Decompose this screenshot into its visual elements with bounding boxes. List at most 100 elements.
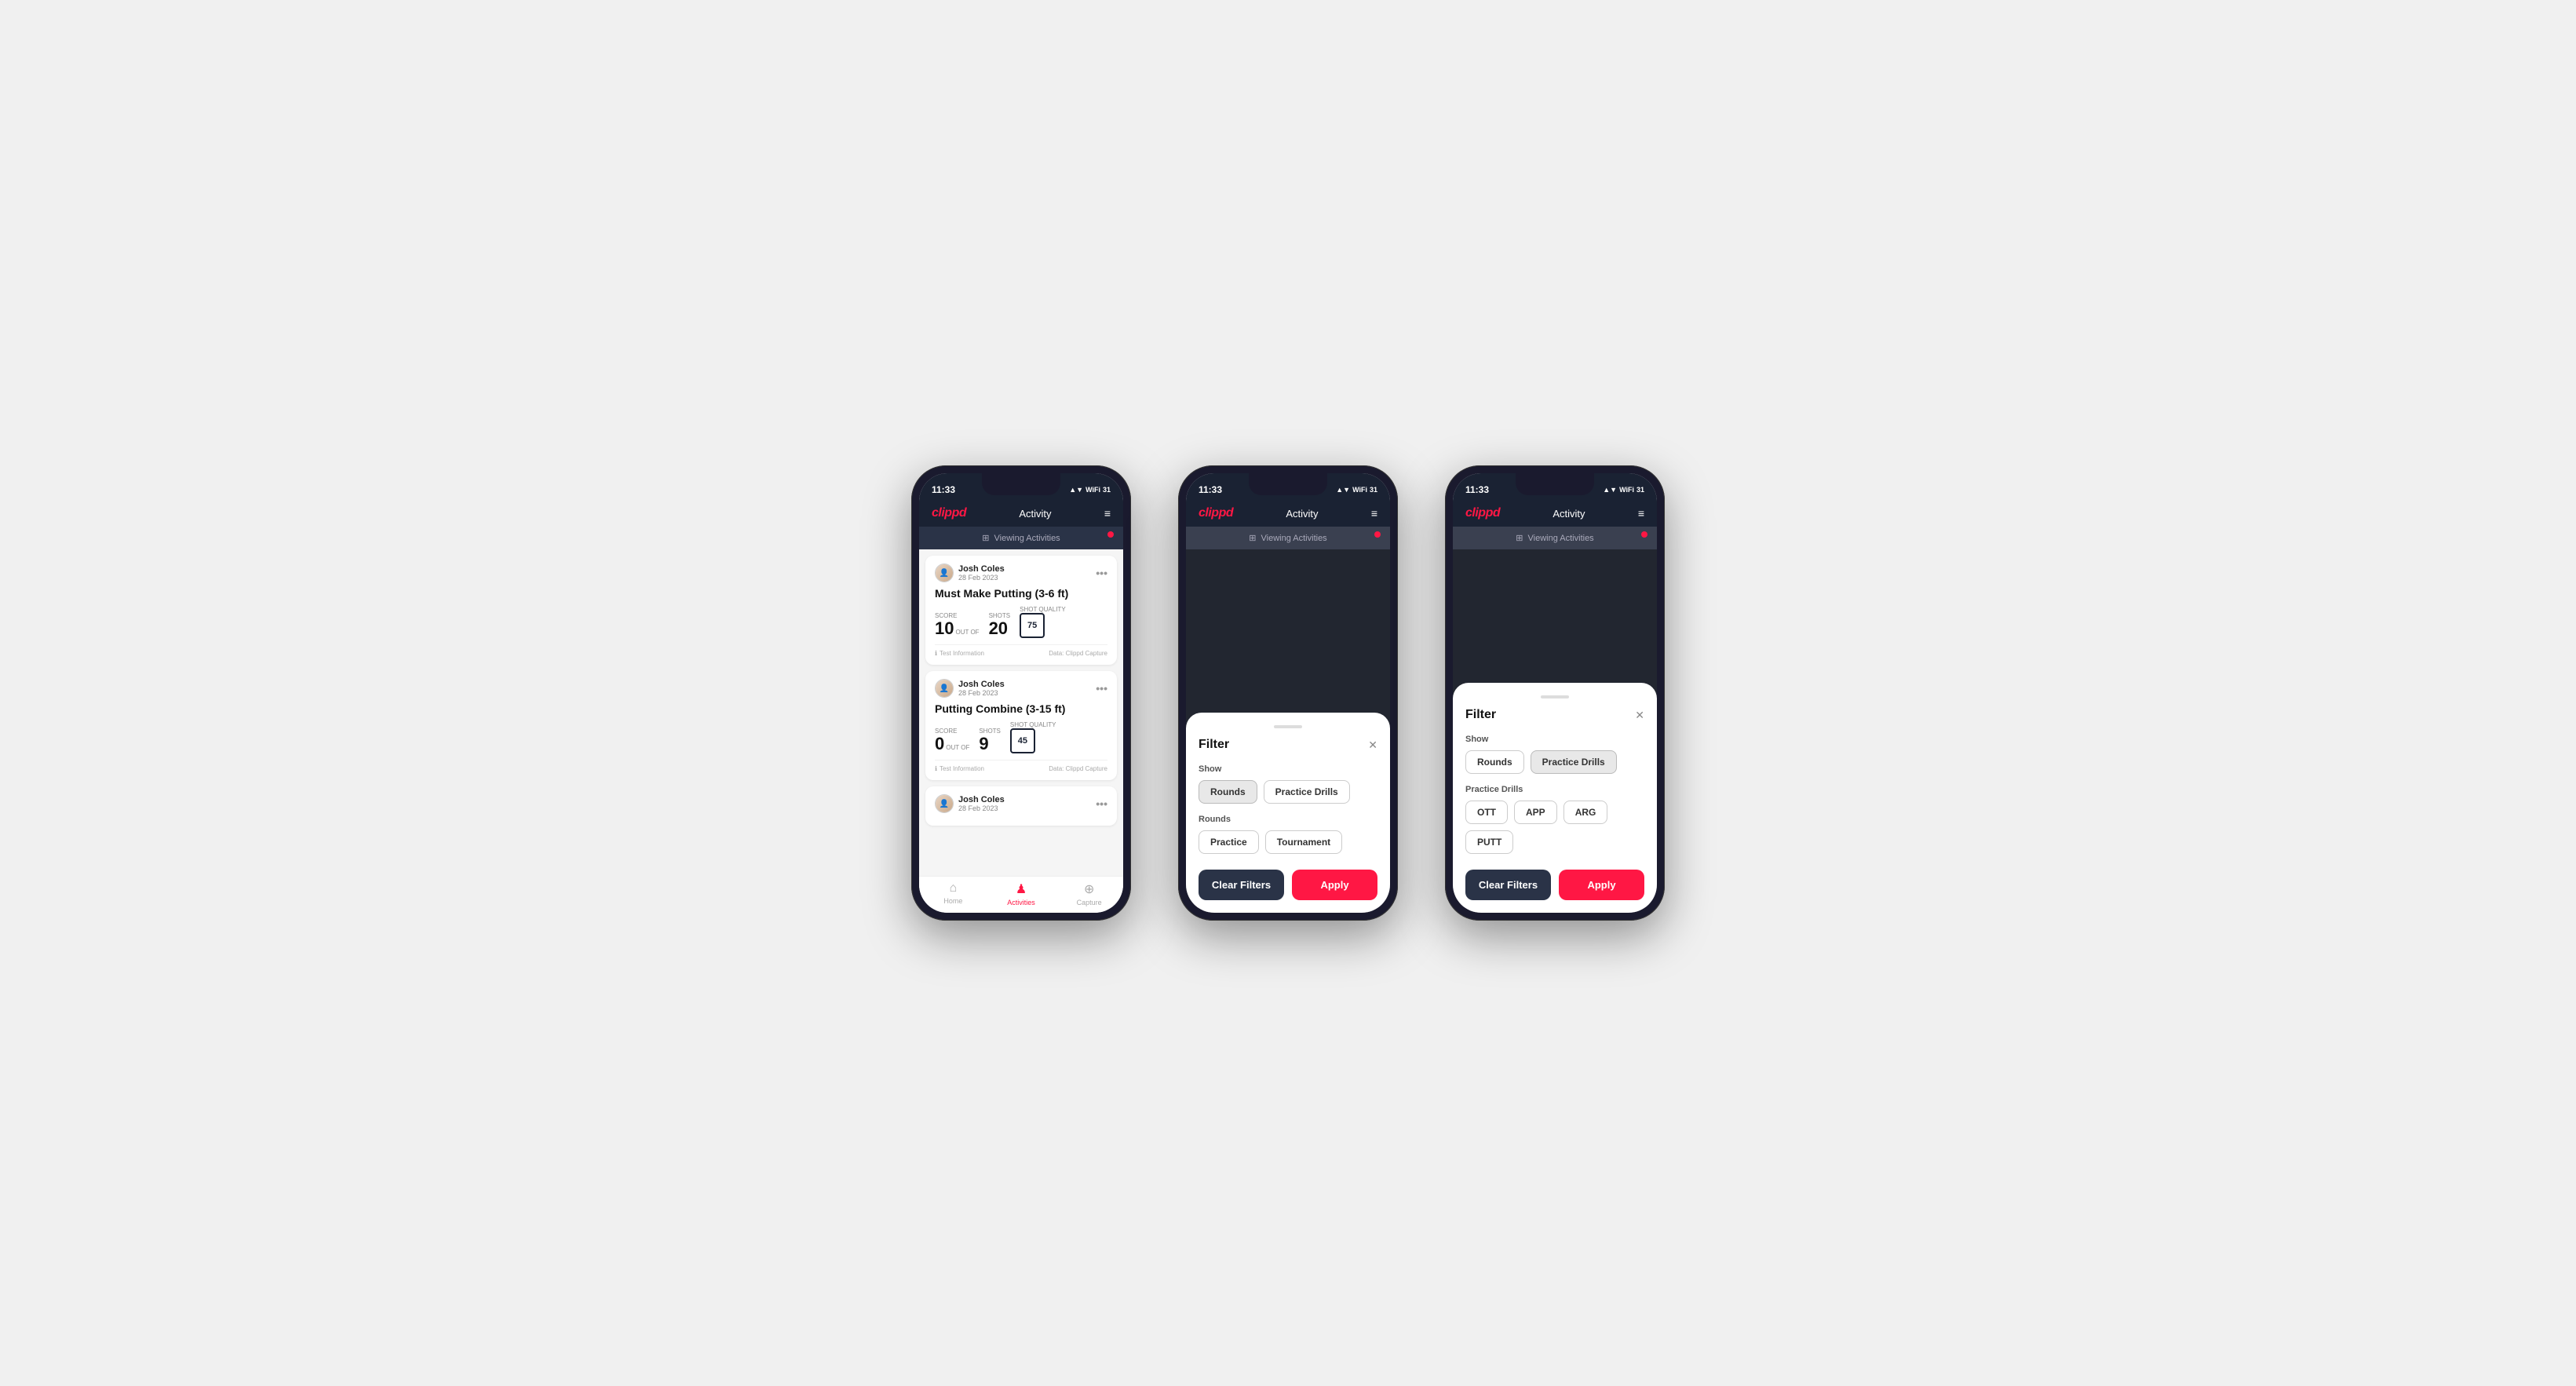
user-info: 👤 Josh Coles 28 Feb 2023 xyxy=(935,564,1005,582)
user-date: 28 Feb 2023 xyxy=(958,574,1005,582)
status-time: 11:33 xyxy=(1199,484,1222,495)
more-options-icon[interactable]: ••• xyxy=(1096,682,1107,695)
sheet-header: Filter ✕ xyxy=(1199,738,1377,752)
notification-dot xyxy=(1374,531,1381,538)
user-date: 28 Feb 2023 xyxy=(958,804,1005,812)
activity-card: 👤 Josh Coles 28 Feb 2023 ••• Must Make P… xyxy=(925,556,1117,665)
sheet-handle xyxy=(1274,725,1302,728)
close-button[interactable]: ✕ xyxy=(1635,709,1644,722)
score-value: 0 xyxy=(935,735,944,753)
show-section: Show Rounds Practice Drills xyxy=(1199,764,1377,804)
sheet-footer: Clear Filters Apply xyxy=(1465,870,1644,900)
practice-btn-0[interactable]: OTT xyxy=(1465,801,1508,824)
app-header: clippd Activity ≡ xyxy=(1453,500,1657,527)
nav-item-home[interactable]: ⌂ Home xyxy=(919,881,987,906)
sheet-footer: Clear Filters Apply xyxy=(1199,870,1377,900)
close-button[interactable]: ✕ xyxy=(1368,739,1377,752)
signal-icon: ▲▼ xyxy=(1603,486,1617,494)
info-text: Test Information xyxy=(940,650,984,657)
practice-btn-2[interactable]: ARG xyxy=(1563,801,1608,824)
clear-filters-button[interactable]: Clear Filters xyxy=(1465,870,1551,900)
score-group: Score 0 OUT OF xyxy=(935,728,969,753)
viewing-activities-bar[interactable]: ⊞ Viewing Activities xyxy=(1453,527,1657,549)
info-text: Test Information xyxy=(940,765,984,772)
wifi-icon: WiFi xyxy=(1619,486,1634,494)
nav-item-activities[interactable]: ♟ Activities xyxy=(987,881,1056,906)
sliders-icon: ⊞ xyxy=(982,533,989,543)
battery-icon: 31 xyxy=(1370,486,1377,494)
activity-title: Must Make Putting (3-6 ft) xyxy=(935,587,1107,600)
show-buttons: Rounds Practice Drills xyxy=(1199,780,1377,804)
sliders-icon: ⊞ xyxy=(1249,533,1256,543)
user-name: Josh Coles xyxy=(958,564,1005,574)
nav-label-activities: Activities xyxy=(1007,899,1035,906)
avatar: 👤 xyxy=(935,794,954,813)
filter-sheet: Filter ✕ Show Rounds Practice Drills Pra… xyxy=(1453,683,1657,913)
sheet-header: Filter ✕ xyxy=(1465,708,1644,722)
user-details: Josh Coles 28 Feb 2023 xyxy=(958,795,1005,812)
card-header: 👤 Josh Coles 28 Feb 2023 ••• xyxy=(935,794,1107,813)
dimmed-background: Filter ✕ Show Rounds Practice Drills Rou… xyxy=(1186,549,1390,913)
card-header: 👤 Josh Coles 28 Feb 2023 ••• xyxy=(935,564,1107,582)
status-time: 11:33 xyxy=(1465,484,1489,495)
nav-label-capture: Capture xyxy=(1077,899,1102,906)
shots-value: 20 xyxy=(989,619,1011,638)
show-btn-0[interactable]: Rounds xyxy=(1199,780,1257,804)
user-name: Josh Coles xyxy=(958,795,1005,804)
phone-2: 11:33 ▲▼ WiFi 31 clippd Activity ≡ ⊞ Vie… xyxy=(1178,465,1398,921)
notch xyxy=(982,473,1060,495)
header-title: Activity xyxy=(1019,508,1051,520)
nav-icon-capture: ⊕ xyxy=(1084,881,1094,897)
screens-container: 11:33 ▲▼ WiFi 31 clippd Activity ≡ ⊞ Vie… xyxy=(911,465,1665,921)
user-name: Josh Coles xyxy=(958,680,1005,689)
notch xyxy=(1249,473,1327,495)
practice-buttons: OTT APP ARG PUTT xyxy=(1465,801,1644,854)
apply-button[interactable]: Apply xyxy=(1292,870,1377,900)
bottom-nav: ⌂ Home ♟ Activities ⊕ Capture xyxy=(919,876,1123,913)
card-footer: ℹ Test Information Data: Clippd Capture xyxy=(935,644,1107,657)
header-title: Activity xyxy=(1553,508,1585,520)
quality-group: Shot Quality 75 xyxy=(1020,606,1066,638)
card-footer: ℹ Test Information Data: Clippd Capture xyxy=(935,760,1107,772)
shot-quality-badge: 45 xyxy=(1010,728,1035,753)
logo: clippd xyxy=(1465,506,1500,520)
footer-info: ℹ Test Information xyxy=(935,650,984,657)
nav-item-capture[interactable]: ⊕ Capture xyxy=(1055,881,1123,906)
wifi-icon: WiFi xyxy=(1352,486,1367,494)
sliders-icon: ⊞ xyxy=(1516,533,1523,543)
apply-button[interactable]: Apply xyxy=(1559,870,1644,900)
dimmed-background: Filter ✕ Show Rounds Practice Drills Pra… xyxy=(1453,549,1657,913)
rounds-btn-1[interactable]: Tournament xyxy=(1265,830,1342,854)
show-btn-0[interactable]: Rounds xyxy=(1465,750,1524,774)
signal-icon: ▲▼ xyxy=(1069,486,1083,494)
viewing-activities-bar[interactable]: ⊞ Viewing Activities xyxy=(1186,527,1390,549)
more-options-icon[interactable]: ••• xyxy=(1096,567,1107,579)
practice-btn-1[interactable]: APP xyxy=(1514,801,1557,824)
menu-icon[interactable]: ≡ xyxy=(1638,507,1644,520)
notification-dot xyxy=(1107,531,1114,538)
activity-card: 👤 Josh Coles 28 Feb 2023 ••• xyxy=(925,786,1117,826)
footer-info: ℹ Test Information xyxy=(935,765,984,772)
status-icons: ▲▼ WiFi 31 xyxy=(1069,486,1111,494)
shots-group: Shots 9 xyxy=(979,728,1001,753)
show-btn-1[interactable]: Practice Drills xyxy=(1531,750,1617,774)
filter-sheet: Filter ✕ Show Rounds Practice Drills Rou… xyxy=(1186,713,1390,913)
menu-icon[interactable]: ≡ xyxy=(1371,507,1377,520)
viewing-activities-bar[interactable]: ⊞ Viewing Activities xyxy=(919,527,1123,549)
info-icon: ℹ xyxy=(935,650,937,657)
clear-filters-button[interactable]: Clear Filters xyxy=(1199,870,1284,900)
practice-btn-3[interactable]: PUTT xyxy=(1465,830,1513,854)
footer-source: Data: Clippd Capture xyxy=(1049,765,1107,772)
logo: clippd xyxy=(932,506,966,520)
show-btn-1[interactable]: Practice Drills xyxy=(1264,780,1350,804)
notification-dot xyxy=(1641,531,1647,538)
shots-value: 9 xyxy=(979,735,1001,753)
phone-3: 11:33 ▲▼ WiFi 31 clippd Activity ≡ ⊞ Vie… xyxy=(1445,465,1665,921)
score-value: 10 xyxy=(935,619,954,638)
quality-group: Shot Quality 45 xyxy=(1010,721,1056,753)
rounds-btn-0[interactable]: Practice xyxy=(1199,830,1259,854)
viewing-bar-text: Viewing Activities xyxy=(1261,534,1327,543)
menu-icon[interactable]: ≡ xyxy=(1104,507,1111,520)
more-options-icon[interactable]: ••• xyxy=(1096,797,1107,810)
nav-icon-home: ⌂ xyxy=(950,881,958,895)
